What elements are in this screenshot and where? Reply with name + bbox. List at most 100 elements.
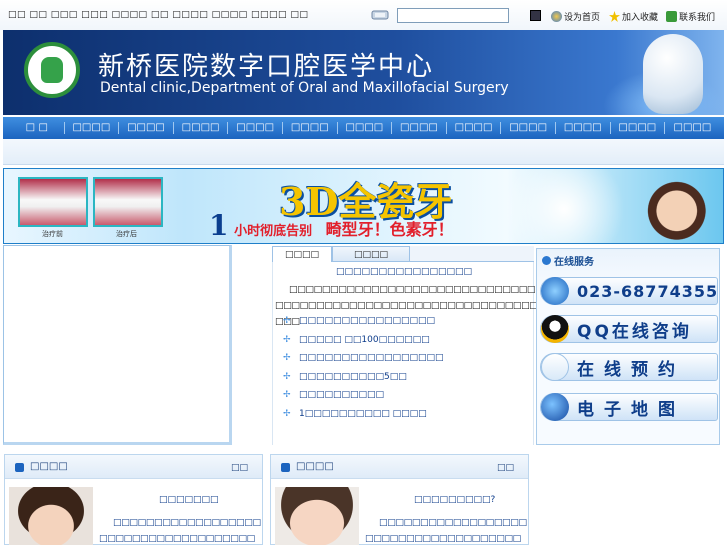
news-item-label: □□□□□ □□100□□□□□□ bbox=[299, 334, 430, 345]
site-subtitle: Dental clinic,Department of Oral and Max… bbox=[100, 80, 509, 96]
nav-item[interactable]: □□□□ bbox=[283, 122, 338, 134]
bottom-panel-left: □□□□ □□ □□□□□□□ □□□□□□□□□□□□□□□□□□□□□□□□… bbox=[4, 454, 263, 545]
case-text: □□□□□□□□□□□□□□□□□□□□□□□□□□□□□□□□□□□□□□□□… bbox=[365, 518, 527, 544]
news-item-label: □□□□□□□□□□ bbox=[299, 390, 385, 401]
sub-nav-bar bbox=[3, 139, 724, 165]
list-item[interactable]: ✢ □□□□□□□□□□5□□ bbox=[283, 368, 444, 387]
news-headline[interactable]: □□□□□□□□□□□□□□□□ bbox=[273, 267, 535, 277]
after-caption: 治疗后 bbox=[116, 230, 137, 238]
contact-icon bbox=[666, 11, 677, 22]
news-item-label: □□□□□□□□□□□□□□□□□ bbox=[299, 353, 444, 364]
more-link[interactable]: □□ bbox=[231, 463, 248, 473]
news-list: ✢ □□□□□□□□□□□□□□□□ ✢ □□□□□ □□100□□□□□□ ✢ □□… bbox=[283, 312, 444, 423]
online-service-panel: 在线服务 023-68774355 QQ在线咨询 在线预约 电子地图 bbox=[536, 248, 720, 445]
list-item[interactable]: ✢ 1□□□□□□□□□□ □□□□ bbox=[283, 405, 444, 424]
nav-item[interactable]: □□□□ bbox=[501, 122, 556, 134]
booking-icon bbox=[541, 353, 569, 381]
list-item[interactable]: ✢ □□□□□□□□□□ bbox=[283, 386, 444, 405]
news-item-label: □□□□□□□□□□5□□ bbox=[299, 371, 407, 382]
after-photo bbox=[93, 177, 163, 227]
search-input[interactable] bbox=[397, 8, 509, 23]
panel-title: □□□□ bbox=[30, 461, 68, 472]
top-links[interactable]: □□ □□ □□□ □□□ □□□□ □□ □□□□ □□□□ □□□□ □□ bbox=[8, 10, 308, 20]
news-tabs: □□□□ □□□□ bbox=[272, 246, 534, 262]
arrow-icon: ✢ bbox=[283, 390, 291, 401]
promo-banner[interactable]: 治疗前 治疗后 3D全瓷牙 1 小时彻底告别 畸型牙！色素牙！ bbox=[3, 168, 724, 244]
before-photo bbox=[18, 177, 88, 227]
panel-bullet-icon bbox=[281, 463, 290, 472]
case-name[interactable]: □□□□□□□□□? bbox=[414, 495, 495, 505]
panel-title: □□□□ bbox=[296, 461, 334, 472]
booking-label: 在线预约 bbox=[577, 359, 685, 380]
top-bar: □□ □□ □□□ □□□ □□□□ □□ □□□□ □□□□ □□□□ □□ … bbox=[0, 0, 727, 30]
tab-news-active[interactable]: □□□□ bbox=[272, 246, 332, 262]
news-item-label: □□□□□□□□□□□□□□□□ bbox=[299, 316, 436, 327]
booking-button[interactable]: 在线预约 bbox=[540, 353, 718, 381]
arrow-icon: ✢ bbox=[283, 353, 291, 364]
map-button[interactable]: 电子地图 bbox=[540, 393, 718, 421]
star-icon bbox=[609, 11, 620, 22]
bottom-panel-right: □□□□ □□ □□□□□□□□□? □□□□□□□□□□□□□□□□□□□□□… bbox=[270, 454, 529, 545]
arrow-icon: ✢ bbox=[283, 316, 291, 327]
main-nav: □ □ □□□□ □□□□ □□□□ □□□□ □□□□ □□□□ □□□□ □… bbox=[3, 117, 724, 139]
contact-label: 联系我们 bbox=[679, 13, 716, 23]
header-banner: 新桥医院数字口腔医学中心 Dental clinic,Department of… bbox=[3, 30, 724, 115]
globe-icon bbox=[541, 393, 569, 421]
service-title: 在线服务 bbox=[554, 257, 594, 268]
case-name[interactable]: □□□□□□□ bbox=[159, 495, 219, 505]
tooth-image bbox=[643, 34, 703, 114]
nav-item[interactable]: □□□□ bbox=[174, 122, 229, 134]
hospital-logo bbox=[24, 42, 80, 98]
nav-item[interactable]: □□□□ bbox=[228, 122, 283, 134]
add-favorite-link[interactable]: 加入收藏 bbox=[609, 10, 658, 23]
smiling-woman-image bbox=[619, 169, 723, 243]
phone-icon bbox=[541, 277, 569, 305]
nav-item[interactable]: □□□□ bbox=[556, 122, 611, 134]
nav-item[interactable]: □□□□ bbox=[338, 122, 393, 134]
service-icon bbox=[542, 256, 551, 265]
nav-item[interactable]: □□□□ bbox=[119, 122, 174, 134]
set-home-link[interactable]: 设为首页 bbox=[551, 10, 600, 23]
before-caption: 治疗前 bbox=[42, 230, 63, 238]
list-item[interactable]: ✢ □□□□□ □□100□□□□□□ bbox=[283, 331, 444, 350]
search-icon bbox=[371, 10, 389, 20]
map-label: 电子地图 bbox=[577, 399, 685, 420]
panel-header: □□□□ □□ bbox=[271, 455, 528, 479]
search-go-button[interactable] bbox=[530, 10, 541, 21]
news-panel: □□□□□□□□□□□□□□□□ □□□□□□□□□□□□□□□□□□□□□□□… bbox=[272, 262, 560, 445]
home-icon bbox=[551, 11, 562, 22]
more-link[interactable]: □□ bbox=[497, 463, 514, 473]
add-favorite-label: 加入收藏 bbox=[622, 13, 659, 23]
news-item-label: 1□□□□□□□□□□ □□□□ bbox=[299, 408, 427, 419]
nav-item[interactable]: □□□□ bbox=[611, 122, 666, 134]
promo-hour: 1 bbox=[209, 209, 229, 242]
promo-line1: 小时彻底告别 bbox=[234, 224, 313, 239]
patient-photo bbox=[275, 487, 359, 545]
nav-item[interactable]: □□□□ bbox=[65, 122, 120, 134]
contact-link[interactable]: 联系我们 bbox=[666, 10, 715, 23]
qq-consult-button[interactable]: QQ在线咨询 bbox=[540, 315, 718, 343]
promo-tagline: 1 小时彻底告别 畸型牙！色素牙！ bbox=[209, 209, 454, 242]
service-header: 在线服务 bbox=[542, 253, 594, 268]
phone-number: 023-68774355 bbox=[577, 281, 719, 301]
arrow-icon: ✢ bbox=[283, 371, 291, 382]
arrow-icon: ✢ bbox=[283, 408, 291, 419]
nav-item-home[interactable]: □ □ bbox=[10, 122, 65, 134]
nav-item[interactable]: □□□□ bbox=[665, 122, 720, 134]
case-text: □□□□□□□□□□□□□□□□□□□□□□□□□□□□□□□□□□□□□□□□… bbox=[99, 518, 261, 544]
tab-news-other[interactable]: □□□□ bbox=[332, 246, 410, 262]
left-media-box bbox=[3, 245, 232, 445]
panel-bullet-icon bbox=[15, 463, 24, 472]
list-item[interactable]: ✢ □□□□□□□□□□□□□□□□ bbox=[283, 312, 444, 331]
qq-consult-label: QQ在线咨询 bbox=[577, 321, 692, 342]
qq-penguin-icon bbox=[541, 315, 569, 343]
nav-item[interactable]: □□□□ bbox=[392, 122, 447, 134]
promo-line2: 畸型牙！色素牙！ bbox=[325, 220, 454, 239]
patient-photo bbox=[9, 487, 93, 545]
arrow-icon: ✢ bbox=[283, 334, 291, 345]
nav-item[interactable]: □□□□ bbox=[447, 122, 502, 134]
list-item[interactable]: ✢ □□□□□□□□□□□□□□□□□ bbox=[283, 349, 444, 368]
panel-header: □□□□ □□ bbox=[5, 455, 262, 479]
site-title: 新桥医院数字口腔医学中心 bbox=[98, 52, 435, 82]
phone-button[interactable]: 023-68774355 bbox=[540, 277, 718, 305]
